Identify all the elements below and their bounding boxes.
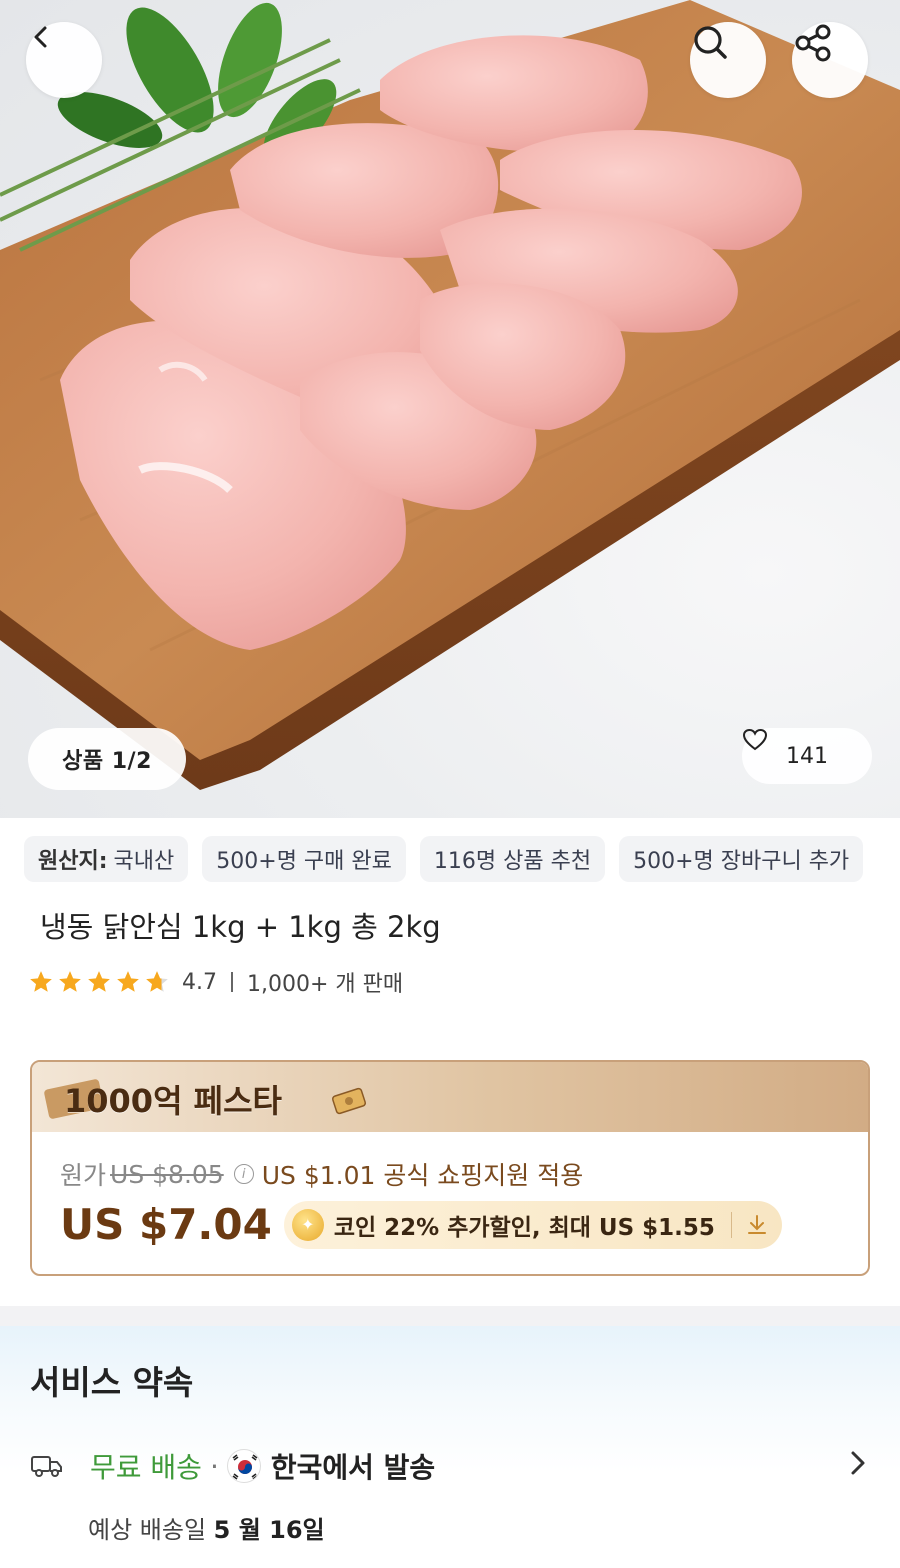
price-row: US $7.04 ✦ 코인 22% 추가할인, 최대 US $1.55 — [60, 1200, 782, 1249]
coin-icon: ✦ — [291, 1208, 324, 1241]
search-button[interactable] — [690, 22, 766, 98]
product-tags: 원산지: 국내산 500+명 구매 완료 116명 상품 추천 500+명 장바… — [24, 836, 864, 882]
sold-count: 1,000+ 개 판매 — [247, 972, 404, 997]
tag-origin: 원산지: 국내산 — [24, 836, 189, 882]
tag-value: 500+명 구매 완료 — [216, 849, 392, 874]
tag-in-cart: 500+명 장바구니 추가 — [619, 836, 864, 882]
truck-icon — [31, 1456, 62, 1477]
eta-label: 예상 배송일 — [88, 1516, 207, 1544]
original-price-label: 원가 — [60, 1161, 107, 1190]
star-icon — [88, 971, 110, 992]
shipping-row[interactable]: 무료 배송 · 한국에서 발송 — [30, 1446, 435, 1486]
ship-from-text: 한국에서 발송 — [270, 1451, 436, 1484]
service-title: 서비스 약속 — [30, 1363, 194, 1402]
korea-flag-icon — [226, 1449, 261, 1483]
like-count: 141 — [786, 743, 828, 769]
star-icon — [117, 971, 139, 992]
festa-banner: 1000억 페스타 — [32, 1062, 868, 1132]
star-half-icon — [146, 971, 168, 992]
eta-date: 5 월 16일 — [213, 1516, 325, 1544]
back-button[interactable] — [26, 22, 102, 98]
estimated-delivery: 예상 배송일 5 월 16일 — [88, 1510, 325, 1545]
chevron-left-icon — [34, 26, 47, 48]
info-icon[interactable]: i — [233, 1164, 254, 1184]
star-icon — [59, 971, 81, 992]
free-shipping-text: 무료 배송 — [90, 1451, 202, 1484]
share-button[interactable] — [792, 22, 868, 98]
rating-value: 4.7 — [182, 969, 217, 995]
tag-label: 원산지: — [38, 849, 108, 874]
festa-title: 1000억 페스타 — [64, 1082, 282, 1120]
heart-icon — [742, 728, 768, 751]
divider — [730, 1211, 732, 1238]
separator: · — [209, 1449, 219, 1483]
tag-value: 500+명 장바구니 추가 — [633, 849, 850, 874]
wishlist-button[interactable]: 141 — [742, 728, 872, 784]
search-icon — [694, 26, 727, 59]
tag-purchased: 500+명 구매 완료 — [202, 836, 406, 882]
product-image-gallery[interactable]: 상품 1/2 141 — [0, 0, 900, 818]
star-icon — [30, 971, 52, 992]
divider — [231, 972, 233, 992]
original-price: US $8.05 — [110, 1159, 224, 1189]
coupon-icon — [331, 1087, 367, 1115]
service-section: 서비스 약속 무료 배송 · 한국에서 발송 예상 배송일 5 월 16일 — [0, 1326, 900, 1568]
original-price-row: 원가 US $8.05 i US $1.01 공식 쇼핑지원 적용 — [60, 1156, 583, 1192]
tag-recommended: 116명 상품 추천 — [419, 836, 606, 882]
coin-discount-button[interactable]: ✦ 코인 22% 추가할인, 최대 US $1.55 — [283, 1200, 782, 1249]
section-divider — [0, 1306, 900, 1326]
product-photo — [0, 0, 900, 790]
download-icon — [747, 1214, 766, 1234]
image-counter: 상품 1/2 — [28, 728, 186, 790]
sale-price: US $7.04 — [60, 1200, 272, 1249]
tag-value: 116명 상품 추천 — [433, 849, 592, 874]
coin-discount-text: 코인 22% 추가할인, 최대 US $1.55 — [333, 1214, 715, 1241]
shopping-support-text: US $1.01 공식 쇼핑지원 적용 — [261, 1161, 584, 1190]
share-icon — [795, 24, 831, 62]
chevron-right-icon[interactable] — [846, 1448, 870, 1478]
rating-row[interactable]: 4.7 1,000+ 개 판매 — [28, 966, 403, 998]
star-rating — [28, 969, 170, 995]
price-card: 1000억 페스타 원가 US $8.05 i US $1.01 공식 쇼핑지원… — [30, 1060, 870, 1276]
product-title: 냉동 닭안심 1kg + 1kg 총 2kg — [40, 910, 441, 944]
tag-value: 국내산 — [113, 849, 175, 874]
